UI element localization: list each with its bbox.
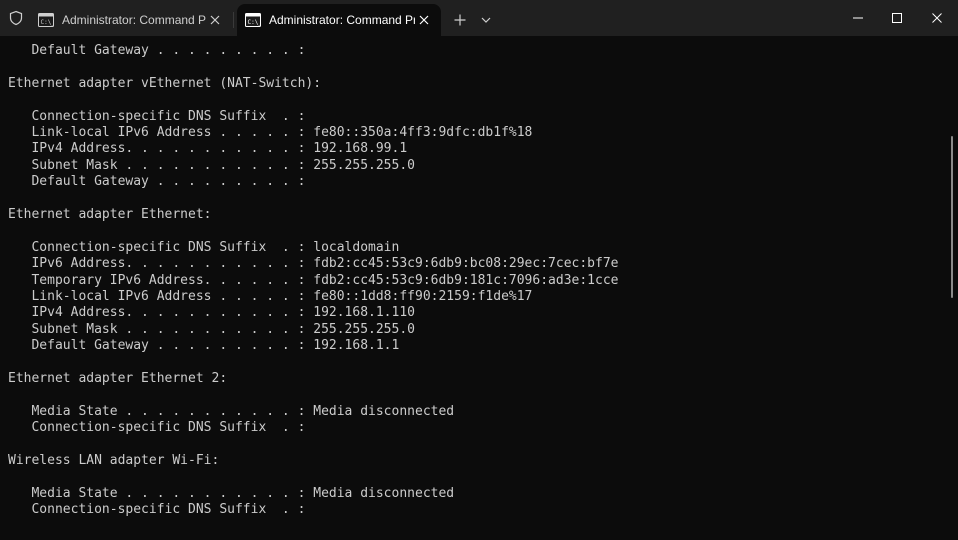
console-line: Default Gateway . . . . . . . . . :	[8, 174, 306, 190]
console-line: Ethernet adapter vEthernet (NAT-Switch):	[8, 75, 322, 91]
console-line: Connection-specific DNS Suffix . :	[8, 502, 306, 518]
console-line: Connection-specific DNS Suffix . :	[8, 108, 306, 124]
title-bar: C:\_ Administrator: Command Prom C:\_ Ad…	[0, 0, 958, 36]
chevron-down-icon[interactable]	[476, 10, 496, 30]
tab-title: Administrator: Command Prom	[62, 13, 206, 27]
minimize-icon	[853, 17, 863, 19]
window-close-button[interactable]	[917, 0, 957, 36]
maximize-button[interactable]	[877, 0, 917, 36]
tab-inactive[interactable]: C:\_ Administrator: Command Prom	[30, 4, 232, 36]
console-line: IPv6 Address. . . . . . . . . . . : fdb2…	[8, 256, 619, 272]
close-icon	[932, 13, 942, 23]
svg-text:C:\_: C:\_	[41, 19, 55, 26]
console-line: Subnet Mask . . . . . . . . . . . : 255.…	[8, 157, 415, 173]
close-icon[interactable]	[415, 11, 433, 29]
scrollbar[interactable]	[946, 36, 958, 540]
maximize-icon	[892, 13, 902, 23]
console-line: Link-local IPv6 Address . . . . . : fe80…	[8, 125, 533, 140]
console-line: Default Gateway . . . . . . . . . :	[8, 43, 306, 58]
tab-divider	[233, 12, 234, 28]
tab-title: Administrator: Command Pro	[269, 13, 415, 27]
close-icon[interactable]	[206, 11, 224, 29]
console-line: Media State . . . . . . . . . . . : Medi…	[8, 485, 455, 501]
terminal-window: C:\_ Administrator: Command Prom C:\_ Ad…	[0, 0, 958, 540]
console-line: Subnet Mask . . . . . . . . . . . : 255.…	[8, 321, 415, 337]
svg-text:C:\_: C:\_	[248, 19, 262, 26]
console-line: Ethernet adapter Ethernet:	[8, 207, 212, 222]
cmd-icon: C:\_	[38, 13, 55, 27]
console-line: Connection-specific DNS Suffix . :	[8, 420, 306, 436]
console-line: Media State . . . . . . . . . . . : Medi…	[8, 403, 455, 419]
console-line: IPv4 Address. . . . . . . . . . . : 192.…	[8, 305, 415, 321]
cmd-icon: C:\_	[245, 13, 262, 27]
console-line: Connection-specific DNS Suffix . : local…	[8, 239, 400, 255]
shield-icon[interactable]	[4, 6, 28, 30]
console-line: Wireless LAN adapter Wi-Fi:	[8, 453, 220, 468]
new-tab-button[interactable]	[450, 10, 470, 30]
console-line: Link-local IPv6 Address . . . . . : fe80…	[8, 289, 533, 304]
console-line: Default Gateway . . . . . . . . . : 192.…	[8, 338, 400, 354]
console-line: IPv4 Address. . . . . . . . . . . : 192.…	[8, 141, 408, 157]
console-line: Temporary IPv6 Address. . . . . . : fdb2…	[8, 272, 619, 288]
scrollbar-thumb[interactable]	[951, 136, 953, 298]
console-line: Ethernet adapter Ethernet 2:	[8, 371, 228, 386]
minimize-button[interactable]	[838, 0, 878, 36]
console-output[interactable]: Default Gateway . . . . . . . . . : Ether…	[0, 36, 946, 540]
tab-active[interactable]: C:\_ Administrator: Command Pro	[237, 4, 441, 36]
